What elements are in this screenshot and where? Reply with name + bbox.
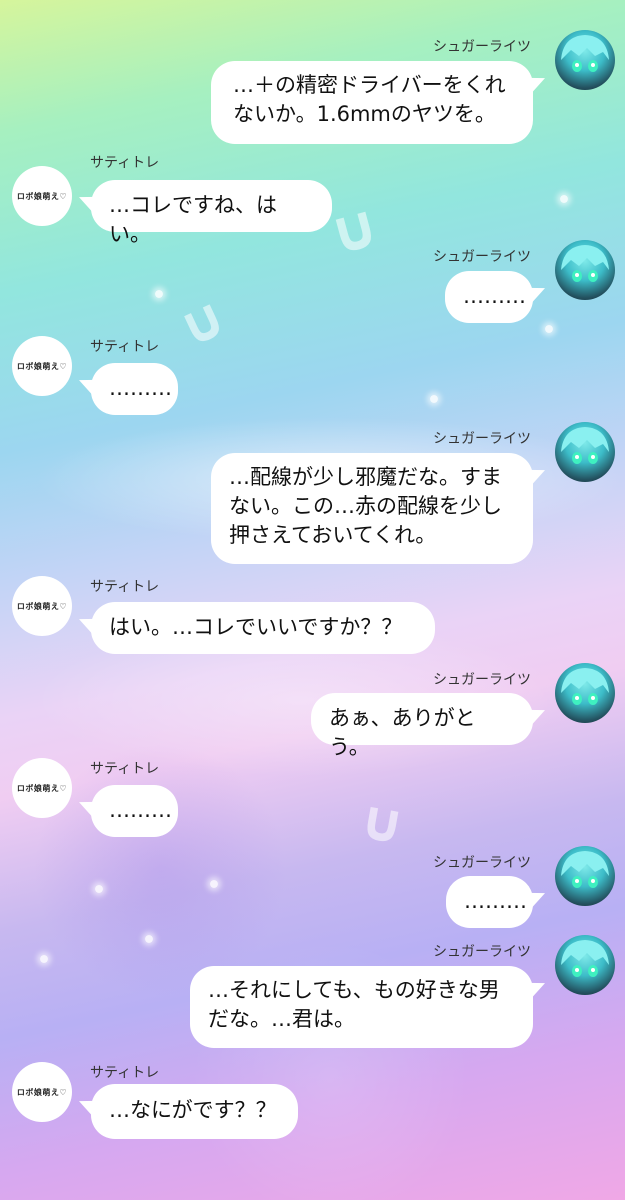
message-bubble[interactable]: ……… [446, 876, 533, 928]
avatar[interactable] [555, 935, 615, 995]
avatar-label: ロボ娘萌え♡ [16, 361, 68, 371]
avatar[interactable] [555, 30, 615, 90]
background-sparkle [210, 880, 218, 888]
message-bubble[interactable]: あぁ、ありがとう。 [311, 693, 533, 759]
background-sparkle [545, 325, 553, 333]
background-sparkle [145, 935, 153, 943]
avatar[interactable]: ロボ娘萌え♡ [12, 336, 72, 396]
character-avatar-icon [561, 940, 609, 977]
background-horseshoe-decoration: ∪ [168, 283, 237, 361]
background-sparkle [430, 395, 438, 403]
speaker-name: サティトレ [90, 761, 160, 777]
character-avatar-icon [561, 851, 609, 888]
message-bubble[interactable]: …なにがです？？ [91, 1084, 298, 1139]
speaker-name: サティトレ [90, 579, 160, 595]
message-bubble[interactable]: …コレですね、はい。 [91, 180, 332, 246]
avatar[interactable] [555, 422, 615, 482]
speaker-name: シュガーライツ [433, 672, 531, 688]
message-bubble[interactable]: ……… [445, 271, 533, 323]
background-horseshoe-decoration: ∪ [354, 786, 410, 858]
avatar[interactable] [555, 240, 615, 300]
message-bubble[interactable]: …＋の精密ドライバーをくれないか。1.6mmのヤツを。 [211, 61, 533, 144]
avatar[interactable] [555, 846, 615, 906]
avatar-label: ロボ娘萌え♡ [16, 1087, 68, 1097]
speaker-name: サティトレ [90, 339, 160, 355]
speaker-name: サティトレ [90, 155, 160, 171]
character-avatar-icon [561, 668, 609, 705]
speaker-name: サティトレ [90, 1065, 160, 1081]
avatar-label: ロボ娘萌え♡ [16, 783, 68, 793]
background-sparkle [155, 290, 163, 298]
avatar[interactable]: ロボ娘萌え♡ [12, 166, 72, 226]
character-avatar-icon [561, 427, 609, 464]
character-avatar-icon [561, 35, 609, 72]
background-sparkle [95, 885, 103, 893]
avatar[interactable]: ロボ娘萌え♡ [12, 1062, 72, 1122]
background-sparkle [40, 955, 48, 963]
avatar[interactable]: ロボ娘萌え♡ [12, 758, 72, 818]
avatar[interactable]: ロボ娘萌え♡ [12, 576, 72, 636]
speaker-name: シュガーライツ [433, 431, 531, 447]
speaker-name: シュガーライツ [433, 249, 531, 265]
character-avatar-icon [561, 245, 609, 282]
message-bubble[interactable]: ……… [91, 363, 178, 415]
avatar-label: ロボ娘萌え♡ [16, 601, 68, 611]
avatar[interactable] [555, 663, 615, 723]
message-bubble[interactable]: ……… [91, 785, 178, 837]
background-sparkle [560, 195, 568, 203]
speaker-name: シュガーライツ [433, 39, 531, 55]
message-bubble[interactable]: …配線が少し邪魔だな。すまない。この…赤の配線を少し押さえておいてくれ。 [211, 453, 533, 564]
avatar-label: ロボ娘萌え♡ [16, 191, 68, 201]
message-bubble[interactable]: …それにしても、もの好きな男だな。…君は。 [190, 966, 533, 1048]
message-bubble[interactable]: はい。…コレでいいですか？？ [91, 602, 435, 654]
speaker-name: シュガーライツ [433, 855, 531, 871]
speaker-name: シュガーライツ [433, 944, 531, 960]
